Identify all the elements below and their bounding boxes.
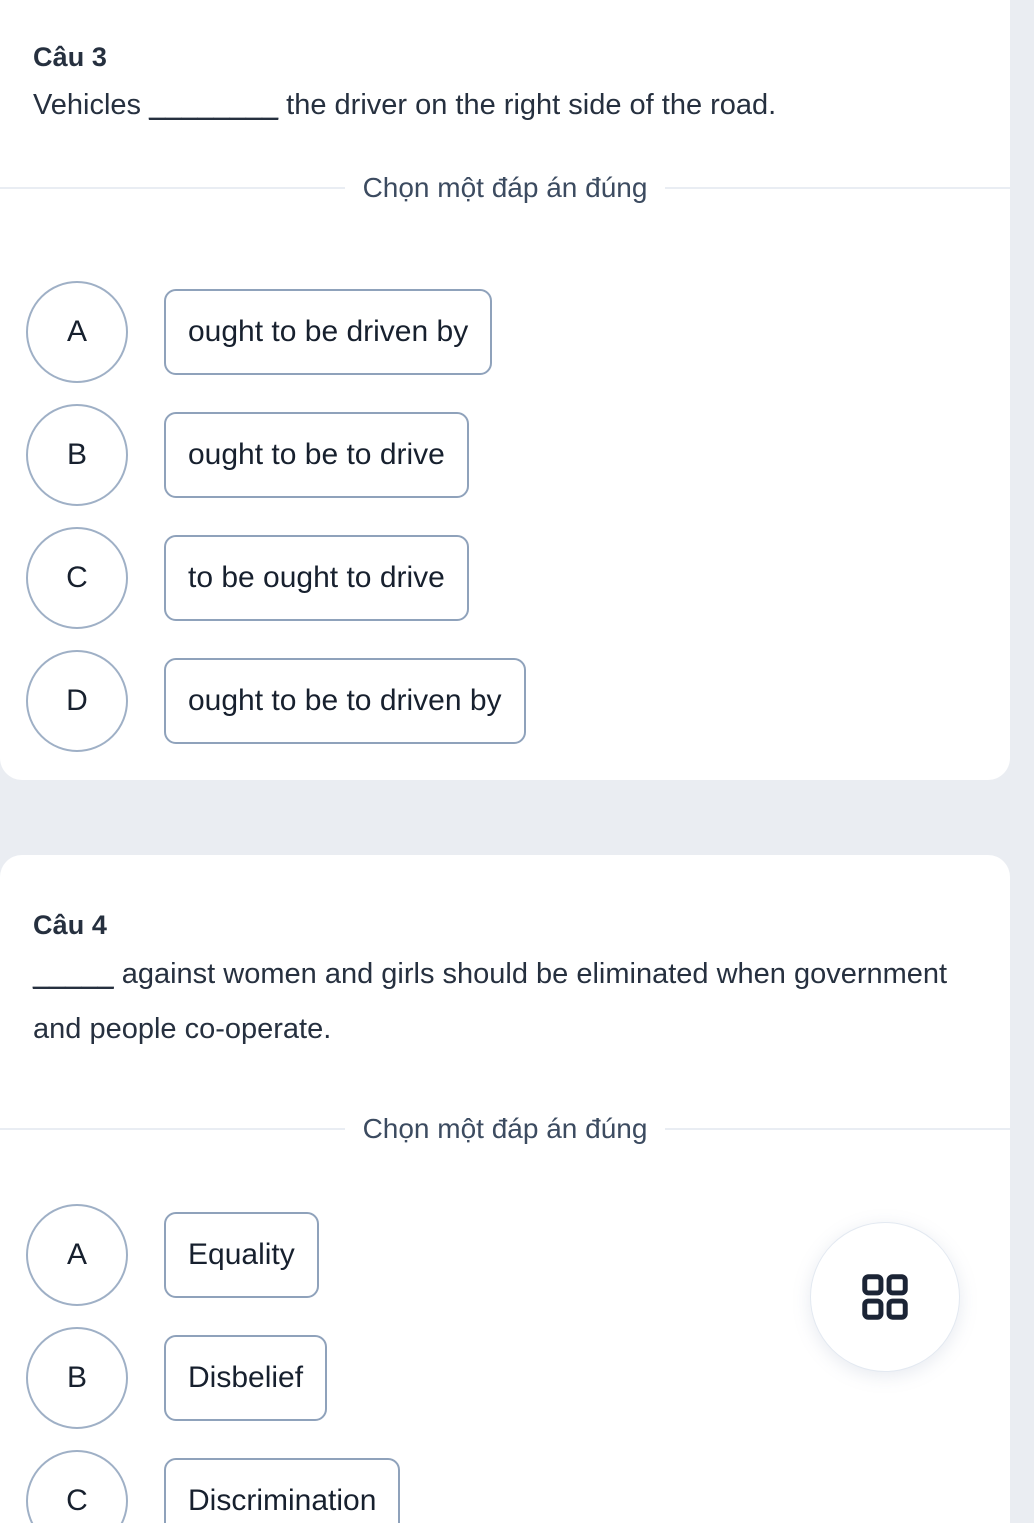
option-text-a[interactable]: Equality — [164, 1211, 319, 1299]
grid-2x2-icon — [858, 1270, 912, 1324]
question-card-4: Câu 4 _____ against women and girls shou… — [0, 855, 1011, 1523]
option-text-c[interactable]: to be ought to drive — [164, 534, 469, 622]
question-4-choose-label: Chọn một đáp án đúng — [362, 1113, 648, 1144]
question-3-choose-row: Chọn một đáp án đúng — [0, 172, 1011, 204]
question-3-text-before: Vehicles — [33, 89, 150, 121]
option-text-b[interactable]: ought to be to drive — [164, 411, 469, 499]
question-3-text: Vehicles ________ the driver on the righ… — [33, 78, 950, 133]
page-right-gutter — [1010, 0, 1034, 1523]
question-4-text: _____ against women and girls should be … — [33, 947, 950, 1057]
option-letter-b: B — [26, 404, 128, 506]
divider-right — [665, 187, 1011, 189]
option-letter-c: C — [26, 527, 128, 629]
option-letter-c: C — [26, 1450, 128, 1523]
question-3-option-a[interactable]: A ought to be driven by — [26, 281, 493, 383]
option-text-d[interactable]: ought to be to driven by — [164, 657, 526, 745]
question-card-3: Câu 3 Vehicles ________ the driver on th… — [0, 0, 1011, 780]
question-3-blank: ________ — [149, 89, 279, 121]
option-letter-d: D — [26, 650, 128, 752]
option-text-b[interactable]: Disbelief — [164, 1334, 328, 1422]
question-4-choose-row: Chọn một đáp án đúng — [0, 1113, 1011, 1145]
question-3-option-b[interactable]: B ought to be to drive — [26, 404, 469, 506]
question-3-choose-label: Chọn một đáp án đúng — [362, 172, 648, 203]
option-letter-a: A — [26, 281, 128, 383]
option-letter-b: B — [26, 1327, 128, 1429]
question-3-option-d[interactable]: D ought to be to driven by — [26, 650, 526, 752]
question-3-text-after: the driver on the right side of the road… — [278, 89, 777, 121]
question-list-fab-button[interactable] — [810, 1222, 960, 1372]
option-text-a[interactable]: ought to be driven by — [164, 288, 493, 376]
question-4-option-b[interactable]: B Disbelief — [26, 1327, 328, 1429]
question-4-text-after: against women and girls should be elimin… — [33, 958, 948, 1046]
question-3-option-c[interactable]: C to be ought to drive — [26, 527, 469, 629]
option-text-c[interactable]: Discrimination — [164, 1457, 401, 1523]
divider-left — [0, 1128, 345, 1130]
question-4-option-a[interactable]: A Equality — [26, 1204, 319, 1306]
question-4-label: Câu 4 — [33, 910, 108, 940]
question-4-option-c[interactable]: C Discrimination — [26, 1450, 401, 1523]
question-4-blank: _____ — [33, 958, 114, 990]
divider-right — [665, 1128, 1011, 1130]
divider-left — [0, 187, 345, 189]
question-3-label: Câu 3 — [33, 42, 108, 72]
option-letter-a: A — [26, 1204, 128, 1306]
